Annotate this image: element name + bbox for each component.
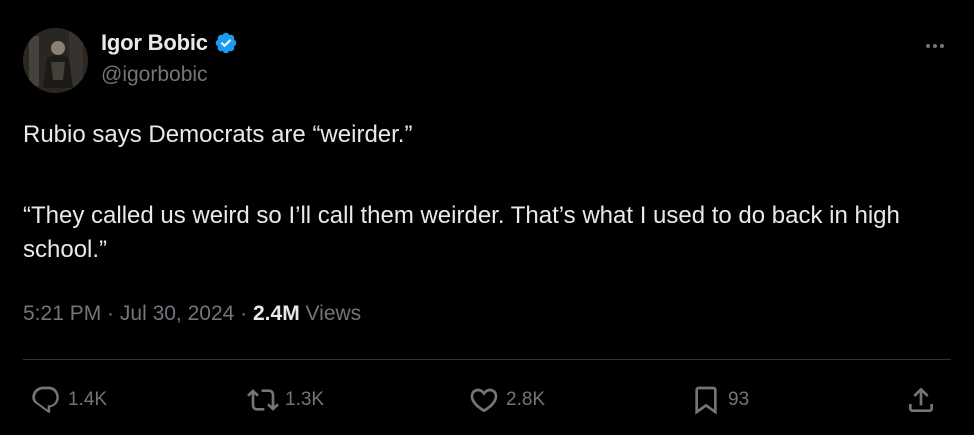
heart-icon [470,388,498,413]
divider [23,359,951,360]
reply-count: 1.4K [68,389,108,410]
bookmark-count: 93 [728,389,750,410]
tweet-text-paragraph-1: Rubio says Democrats are “weirder.” [23,121,413,148]
author-handle[interactable]: @igorbobic [101,63,208,87]
views-label: Views [305,302,362,325]
retweet-icon [247,389,279,411]
tweet-meta: 5:21 PM · Jul 30, 2024 · 2.4M Views [23,302,361,326]
tweet-card: Igor Bobic @igorbobic Rubio says Democra… [0,0,974,435]
tweet-text-paragraph-2: “They called us weird so I’ll call them … [23,202,900,263]
tweet-date[interactable]: Jul 30, 2024 [120,302,234,325]
like-count: 2.8K [506,389,546,410]
bookmark-icon [695,386,717,415]
share-icon [909,387,933,412]
share-button[interactable] [905,384,937,416]
avatar-photo-icon [23,28,88,93]
tweet-time[interactable]: 5:21 PM [23,302,101,325]
meta-separator: · [234,302,253,325]
verified-badge-icon [215,32,237,54]
views-count[interactable]: 2.4M [253,302,300,325]
avatar[interactable] [23,28,88,93]
reply-button[interactable]: 1.4K [30,384,107,416]
meta-separator: · [101,302,120,325]
more-options-icon[interactable] [918,36,952,56]
author-name-row: Igor Bobic [101,30,238,56]
retweet-count: 1.3K [285,389,325,410]
reply-icon [32,386,59,413]
author-display-name[interactable]: Igor Bobic [101,30,208,56]
like-button[interactable]: 2.8K [468,384,545,416]
bookmark-button[interactable]: 93 [690,384,749,416]
retweet-button[interactable]: 1.3K [247,384,324,416]
